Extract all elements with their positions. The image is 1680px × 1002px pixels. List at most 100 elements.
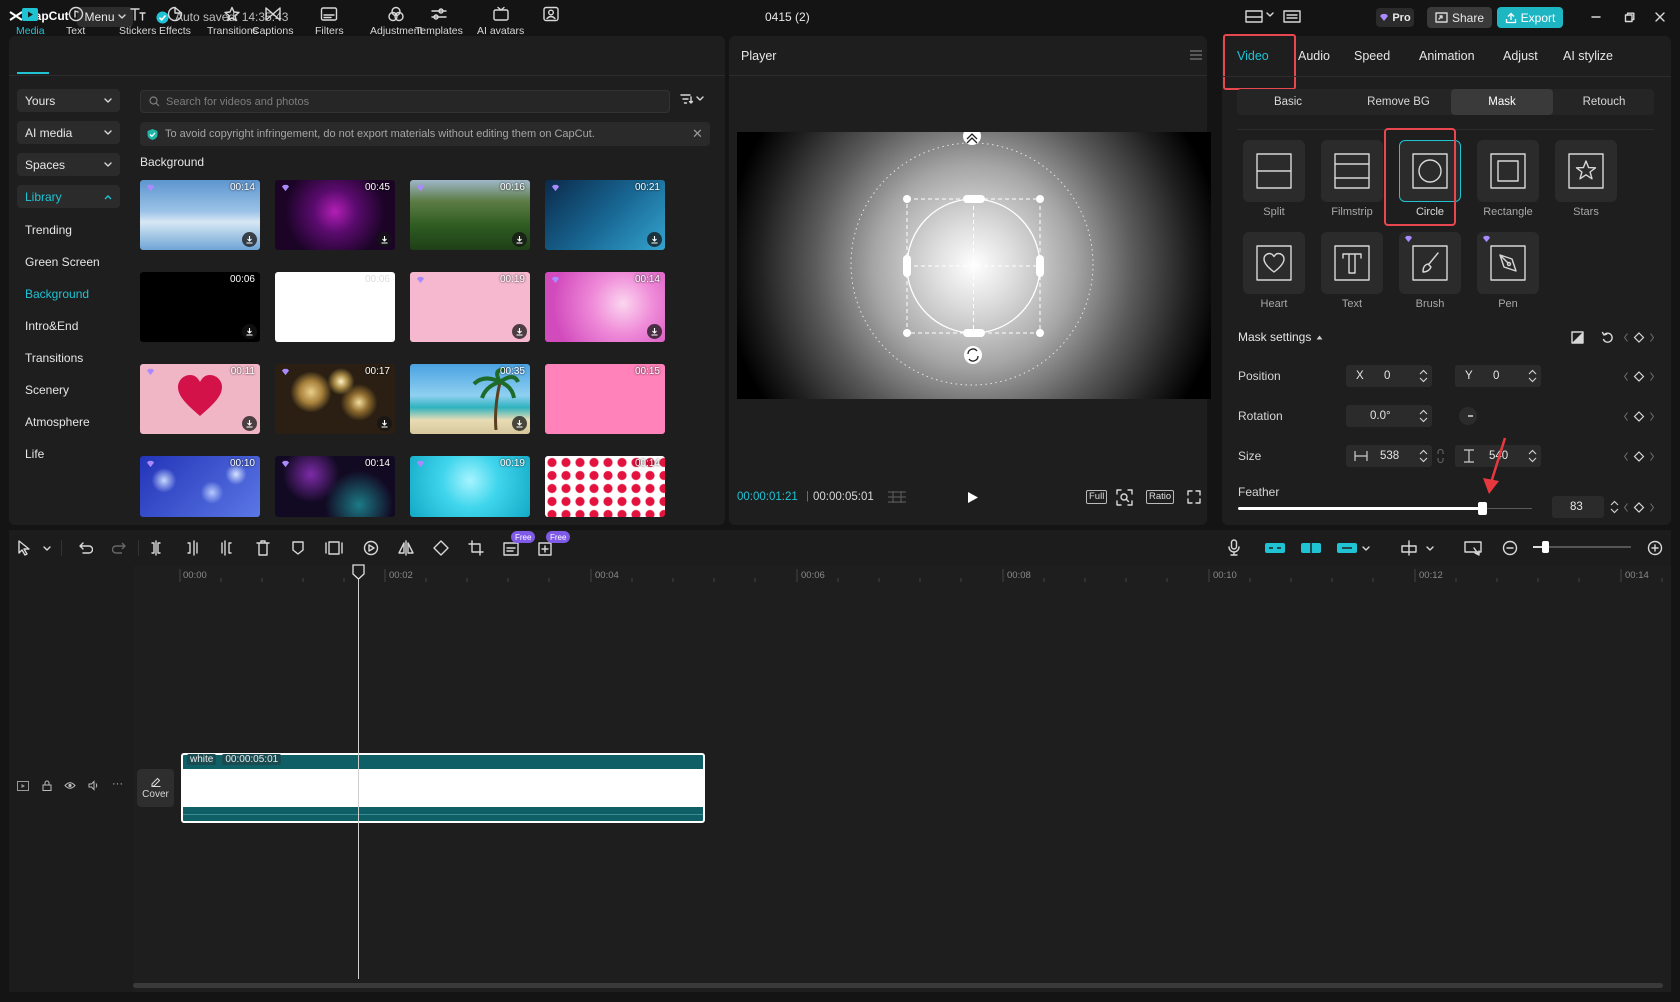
delete-icon[interactable] <box>256 540 270 556</box>
thumbnail-beach-palm[interactable]: 00:35 <box>410 364 530 434</box>
keyframe-control[interactable] <box>1624 411 1654 422</box>
cover-button[interactable]: Cover <box>137 769 174 807</box>
feather-slider-fill[interactable] <box>1238 507 1483 510</box>
thumbnail-cyan-hearts[interactable]: 00:19 <box>410 456 530 517</box>
pro-badge[interactable]: Pro <box>1376 8 1414 27</box>
subtab-basic[interactable]: Basic <box>1239 89 1337 115</box>
sidebar-dropdown-ai-media[interactable]: AI media <box>17 121 120 144</box>
keyframe-control[interactable] <box>1624 502 1654 513</box>
tool-captions[interactable]: Filters <box>315 6 344 37</box>
subtab-retouch[interactable]: Retouch <box>1556 89 1652 115</box>
microphone-icon[interactable] <box>1228 539 1240 556</box>
rotation-dial-icon[interactable] <box>1458 406 1478 426</box>
tab-audio[interactable]: Audio <box>1298 49 1330 63</box>
video-canvas[interactable] <box>737 132 1211 399</box>
download-icon[interactable] <box>512 232 527 247</box>
sidebar-dropdown-yours[interactable]: Yours <box>17 89 120 112</box>
thumbnail-purple-particles[interactable]: 00:14 <box>275 456 395 517</box>
mask-option-split[interactable] <box>1243 140 1305 202</box>
download-icon[interactable] <box>377 232 392 247</box>
crop-icon[interactable] <box>468 540 484 556</box>
download-icon[interactable] <box>647 324 662 339</box>
tool-effects[interactable]: Transitions <box>207 6 258 37</box>
sidebar-item-green-screen[interactable]: Green Screen <box>25 255 100 269</box>
thumbnail-golden-bokeh[interactable]: 00:17 <box>275 364 395 434</box>
share-button[interactable]: Share <box>1427 7 1492 28</box>
maximize-icon[interactable] <box>1624 12 1635 23</box>
audio-volume-icon[interactable] <box>88 780 100 791</box>
mirror-icon[interactable] <box>398 540 414 556</box>
download-icon[interactable] <box>242 324 257 339</box>
play-icon[interactable] <box>967 491 979 504</box>
download-icon[interactable] <box>512 324 527 339</box>
thumbnail-pink-heart[interactable]: 00:11 <box>140 364 260 434</box>
playhead-handle[interactable] <box>352 564 365 580</box>
lock-icon[interactable] <box>42 780 52 791</box>
position-y-stepper[interactable] <box>1525 366 1539 386</box>
circle-mask-overlay[interactable] <box>737 132 1211 399</box>
ratio-button[interactable]: Ratio <box>1146 490 1175 504</box>
rotate-icon[interactable] <box>433 540 449 556</box>
split-icon[interactable] <box>149 540 163 556</box>
tool-stickers[interactable]: Effects <box>159 6 191 37</box>
sidebar-dropdown-library[interactable]: Library <box>17 185 120 208</box>
mask-option-text[interactable] <box>1321 232 1383 294</box>
tab-ai-stylize[interactable]: AI stylize <box>1563 49 1613 63</box>
preview-axis-chevron-icon[interactable] <box>1426 546 1434 552</box>
close-notice-icon[interactable]: ✕ <box>692 126 703 142</box>
keyframe-control[interactable] <box>1624 332 1654 343</box>
thumbnail-pink-hearts-bokeh[interactable]: 00:14 <box>545 272 665 342</box>
sidebar-item-atmosphere[interactable]: Atmosphere <box>25 415 90 429</box>
sidebar-item-transitions[interactable]: Transitions <box>25 351 83 365</box>
subtab-mask[interactable]: Mask <box>1451 89 1553 115</box>
mask-option-stars[interactable] <box>1555 140 1617 202</box>
mask-option-brush[interactable] <box>1399 232 1461 294</box>
redo-icon[interactable] <box>112 541 128 555</box>
tool-transitions[interactable]: Captions <box>252 6 293 37</box>
cursor-chevron-icon[interactable] <box>43 546 51 552</box>
tool-audio[interactable]: Text <box>66 6 85 37</box>
sidebar-item-intro-end[interactable]: Intro&End <box>25 319 78 333</box>
search-input[interactable]: Search for videos and photos <box>140 90 670 113</box>
thumbnail-hot-pink[interactable]: 00:15 <box>545 364 665 434</box>
timeline-scrollbar[interactable] <box>133 983 1663 988</box>
download-icon[interactable] <box>512 416 527 431</box>
thumbnail-white[interactable]: 00:06 <box>275 272 395 342</box>
sidebar-item-background[interactable]: Background <box>25 287 89 301</box>
player-menu-icon[interactable] <box>1189 50 1203 60</box>
download-icon[interactable] <box>647 232 662 247</box>
feather-slider-track[interactable] <box>1482 508 1532 509</box>
fullscreen-icon[interactable] <box>1187 490 1201 504</box>
download-icon[interactable] <box>377 416 392 431</box>
position-x-stepper[interactable] <box>1416 366 1430 386</box>
sidebar-item-trending[interactable]: Trending <box>25 223 72 237</box>
download-icon[interactable] <box>242 232 257 247</box>
mask-settings-header[interactable]: Mask settings <box>1238 330 1323 344</box>
tab-animation[interactable]: Animation <box>1419 49 1475 63</box>
zoom-in-icon[interactable] <box>1647 540 1663 556</box>
timeline-grid-icon[interactable] <box>887 490 907 504</box>
size-width-stepper[interactable] <box>1416 446 1430 466</box>
sidebar-dropdown-spaces[interactable]: Spaces <box>17 153 120 176</box>
zoom-slider-handle[interactable] <box>1542 541 1549 553</box>
size-height-stepper[interactable] <box>1525 446 1539 466</box>
zoom-view-icon[interactable] <box>1116 489 1133 506</box>
tab-adjust[interactable]: Adjust <box>1503 49 1538 63</box>
sidebar-item-scenery[interactable]: Scenery <box>25 383 69 397</box>
reverse-icon[interactable] <box>363 540 379 556</box>
subtab-remove-bg[interactable]: Remove BG <box>1341 89 1456 115</box>
main-track-magnet-icon[interactable] <box>1264 541 1286 555</box>
linkage-icon[interactable] <box>1336 541 1358 555</box>
thumbnail-blue-gradient[interactable]: 00:21 <box>545 180 665 250</box>
thumbnail-forest-aerial[interactable]: 00:16 <box>410 180 530 250</box>
link-ratio-icon[interactable] <box>1436 449 1445 463</box>
tool-templates[interactable]: AI avatars <box>477 6 524 37</box>
invert-mask-icon[interactable] <box>1571 331 1584 344</box>
feather-value-field[interactable]: 83 <box>1552 496 1604 518</box>
rotation-stepper[interactable] <box>1416 406 1430 426</box>
close-window-icon[interactable] <box>1655 12 1665 22</box>
download-icon[interactable] <box>242 416 257 431</box>
undo-icon[interactable] <box>77 541 93 555</box>
select-cursor-icon[interactable] <box>17 540 31 556</box>
shortcuts-icon[interactable] <box>1283 10 1301 23</box>
